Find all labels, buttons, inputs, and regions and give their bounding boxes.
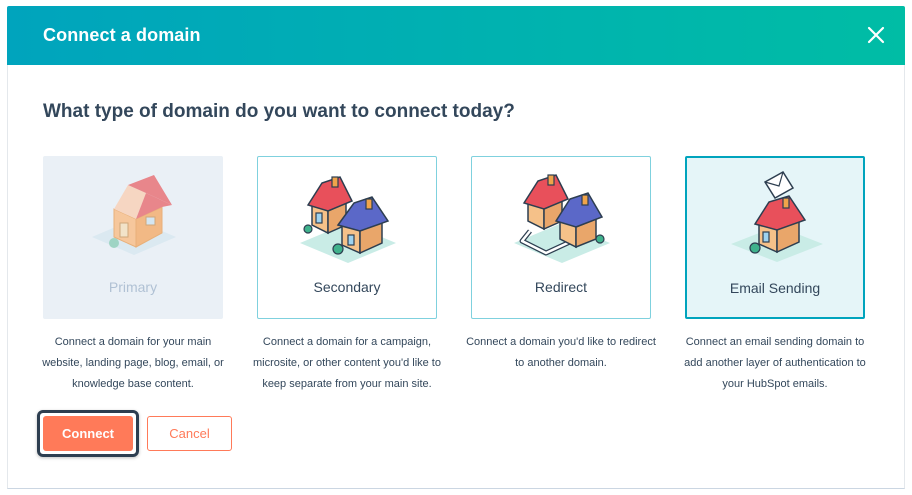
domain-option-email-sending[interactable]: Email Sending (685, 156, 865, 319)
close-icon (867, 26, 885, 44)
two-houses-icon (300, 176, 396, 263)
single-house-icon (92, 175, 176, 255)
option-label: Email Sending (729, 280, 821, 296)
option-description-primary: Connect a domain for your main website, … (42, 336, 224, 390)
cancel-button[interactable]: Cancel (147, 416, 232, 451)
option-label: Redirect (534, 279, 588, 295)
domain-option-secondary[interactable]: Secondary (257, 156, 437, 319)
question-heading: What type of domain do you want to conne… (43, 101, 515, 122)
option-description-redirect: Connect a domain you'd like to redirect … (466, 336, 656, 369)
modal-title: Connect a domain (43, 25, 201, 45)
option-description-secondary: Connect a domain for a campaign, microsi… (253, 336, 441, 390)
domain-option-redirect[interactable]: Redirect (471, 156, 651, 319)
modal-dialog: Connect a domain What type of domain do … (0, 0, 912, 495)
option-label: Secondary (313, 279, 381, 295)
redirect-houses-icon (514, 174, 610, 263)
email-house-icon (731, 170, 823, 262)
connect-button-focus-ring: Connect (37, 410, 139, 457)
close-button[interactable] (861, 20, 891, 50)
option-label: Primary (108, 279, 158, 295)
option-description-email-sending: Connect an email sending domain to add a… (684, 336, 866, 390)
domain-option-primary[interactable]: Primary (43, 156, 223, 319)
modal-header: Connect a domain (7, 6, 905, 65)
connect-button[interactable]: Connect (43, 416, 133, 451)
